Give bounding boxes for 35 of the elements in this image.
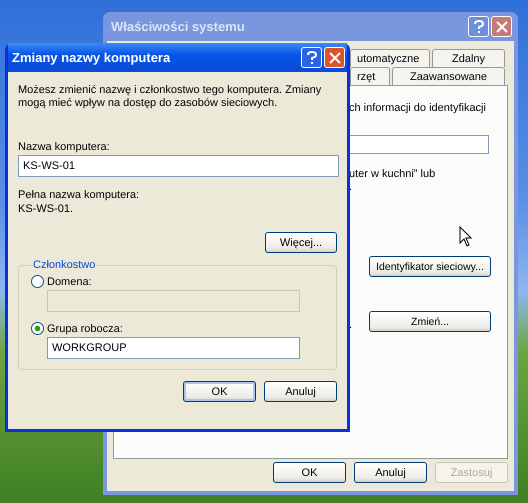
tab[interactable]: Zaawansowane [392, 67, 505, 85]
question-icon [472, 20, 484, 34]
dialog-button[interactable]: OK [183, 381, 256, 402]
help-button[interactable] [301, 47, 322, 68]
close-button[interactable] [324, 47, 345, 68]
dialog-button[interactable]: OK [273, 462, 346, 483]
tab[interactable]: Zdalny [432, 49, 505, 67]
dialog-button[interactable]: Anuluj [264, 381, 337, 402]
full-name-value: KS-WS-01. [18, 202, 74, 216]
network-id-button[interactable]: Identyfikator sieciowy... [369, 256, 491, 277]
example-text: uter w kuchni” lub [349, 168, 436, 181]
example-text: . [349, 181, 352, 194]
close-button[interactable] [491, 16, 512, 37]
group-legend: Członkostwo [31, 259, 98, 271]
close-icon [328, 52, 340, 64]
change-text: . [349, 319, 352, 332]
mouse-pointer-icon [459, 226, 472, 247]
window-title: Właściwości systemu [111, 19, 245, 34]
computer-name-field[interactable]: KS-WS-01 [18, 155, 339, 177]
dialog-button[interactable]: Anuluj [354, 462, 427, 483]
full-name-label: Pełna nazwa komputera: [18, 188, 140, 202]
question-icon [306, 50, 318, 64]
radio-option[interactable]: Domena: [31, 275, 92, 288]
description-field[interactable] [349, 135, 489, 154]
computer-name-label: Nazwa komputera: [18, 140, 110, 154]
help-button[interactable] [468, 16, 489, 37]
window-title: Zmiany nazwy komputera [12, 50, 170, 65]
close-icon [496, 20, 508, 32]
more-button[interactable]: Więcej... [265, 232, 337, 253]
tab[interactable]: utomatyczne [350, 49, 430, 67]
membership-field[interactable]: WORKGROUP [47, 337, 300, 359]
intro-text: Możesz zmienić nazwę i członkostwo tego komputera. Zmiany mogą mieć wpływ na dostęp do zasobów sieciowych. [18, 84, 322, 110]
tab[interactable]: rzęt [350, 67, 390, 85]
radio-option[interactable]: Grupa robocza: [31, 322, 123, 335]
change-button[interactable]: Zmień... [369, 311, 491, 332]
